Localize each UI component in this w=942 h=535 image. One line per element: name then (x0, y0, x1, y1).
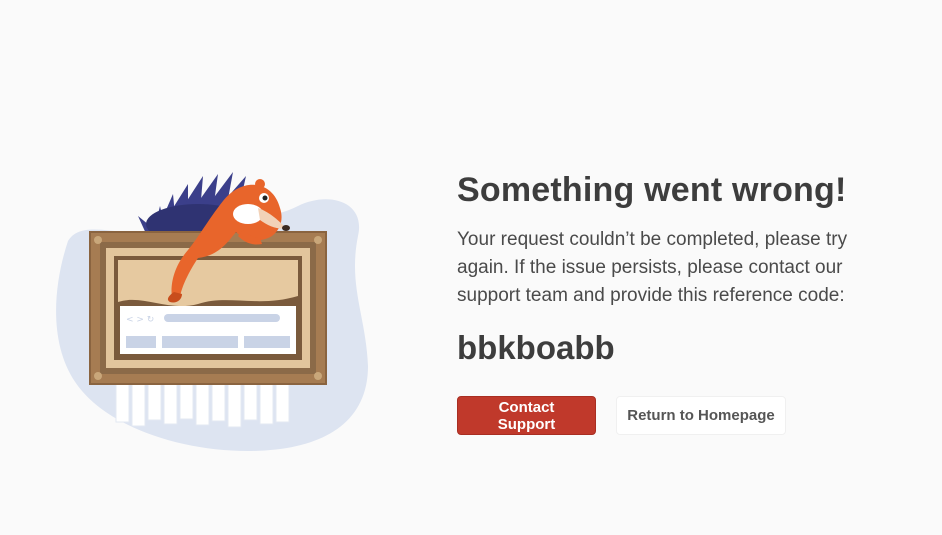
return-homepage-button[interactable]: Return to Homepage (616, 396, 786, 435)
error-title: Something went wrong! (457, 171, 847, 209)
error-page: < > ↻ Something went wrong! Your request… (0, 0, 942, 535)
error-illustration: < > ↻ (48, 146, 378, 456)
error-message: Your request couldn’t be completed, plea… (457, 229, 848, 306)
reference-code: bbkboabb (457, 329, 615, 366)
contact-support-button[interactable]: Contact Support (457, 396, 596, 435)
hedgehog-frame-icon: < > ↻ (56, 172, 369, 451)
error-actions: Contact Support Return to Homepage (457, 396, 927, 435)
svg-text:< > ↻: < > ↻ (126, 315, 154, 325)
error-content: Something went wrong! Your request could… (457, 168, 927, 435)
